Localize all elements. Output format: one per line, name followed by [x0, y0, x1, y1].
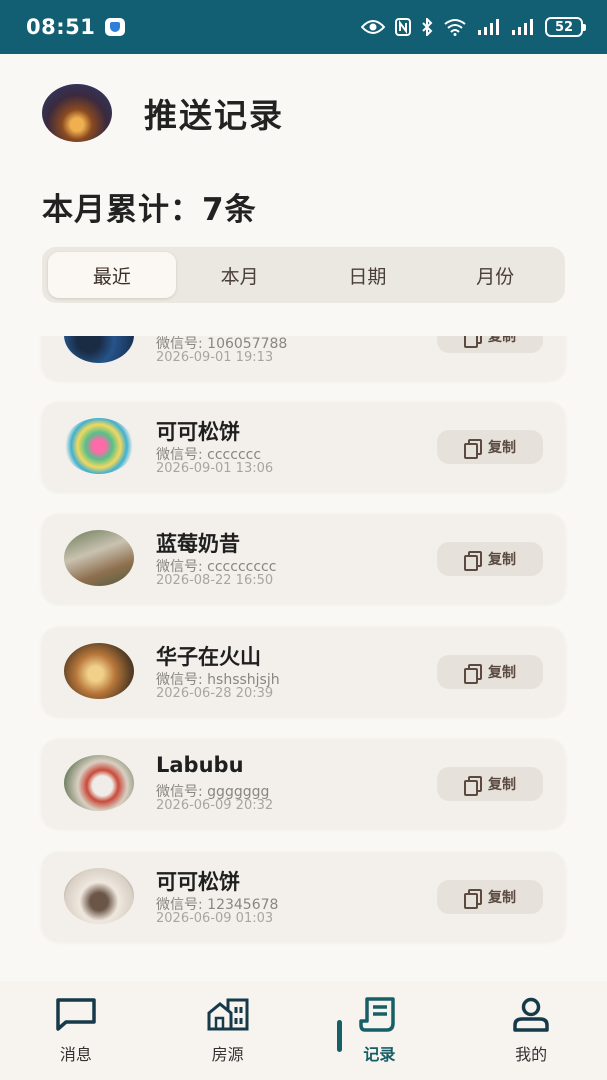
copy-label: 复制: [488, 336, 516, 345]
monthly-total: 本月累计：7条: [42, 192, 257, 228]
record-list[interactable]: 微信号: 106057788 2026-09-01 19:13 复制 可可松饼 …: [0, 336, 607, 981]
nav-label: 我的: [515, 1045, 548, 1064]
copy-icon: [464, 889, 482, 909]
list-item: Labubu 微信号: ggggggg 2026-06-09 20:32 复制: [42, 739, 565, 828]
tab-recent[interactable]: 最近: [48, 252, 176, 298]
copy-icon: [464, 551, 482, 571]
user-icon: [509, 997, 553, 1033]
copy-button[interactable]: 复制: [437, 655, 543, 689]
copy-icon: [464, 336, 482, 348]
bluetooth-icon: [421, 18, 433, 36]
contact-name: 可可松饼: [156, 870, 240, 894]
list-item: 华子在火山 微信号: hshsshjsjh 2026-06-28 20:39 复…: [42, 627, 565, 716]
avatar: [64, 643, 134, 699]
contact-name: Labubu: [156, 753, 244, 777]
record-icon: [357, 997, 401, 1033]
nav-item-messages[interactable]: 消息: [0, 981, 152, 1080]
bottom-nav: 消息 房源 记录 我的: [0, 981, 607, 1080]
copy-button[interactable]: 复制: [437, 880, 543, 914]
page-title: 推送记录: [144, 96, 284, 135]
shield-icon: [105, 18, 126, 36]
nav-label: 房源: [211, 1045, 244, 1064]
message-icon: [54, 997, 98, 1033]
record-time: 2026-06-28 20:39: [156, 686, 274, 701]
buildings-icon: [206, 997, 250, 1033]
tab-this-month[interactable]: 本月: [176, 252, 304, 298]
nav-label: 记录: [363, 1045, 396, 1064]
nfc-icon: [395, 18, 411, 36]
tab-month[interactable]: 月份: [431, 252, 559, 298]
avatar: [64, 418, 134, 474]
record-time: 2026-08-22 16:50: [156, 573, 274, 588]
record-time: 2026-09-01 19:13: [156, 350, 274, 365]
list-item: 微信号: 106057788 2026-09-01 19:13 复制: [42, 336, 565, 380]
avatar: [64, 530, 134, 586]
signal-icon: [477, 19, 501, 35]
copy-label: 复制: [488, 890, 516, 906]
copy-button[interactable]: 复制: [437, 767, 543, 801]
battery-indicator: 52: [545, 17, 586, 37]
wifi-icon: [443, 18, 467, 36]
signal-icon: [511, 19, 535, 35]
contact-name: 华子在火山: [156, 645, 261, 669]
tab-date[interactable]: 日期: [304, 252, 432, 298]
contact-name: 可可松饼: [156, 420, 240, 444]
nav-item-listings[interactable]: 房源: [152, 981, 304, 1080]
copy-label: 复制: [488, 777, 516, 793]
copy-label: 复制: [488, 665, 516, 681]
copy-icon: [464, 664, 482, 684]
status-bar: 08:51 52: [0, 0, 607, 54]
copy-label: 复制: [488, 552, 516, 568]
nav-item-profile[interactable]: 我的: [455, 981, 607, 1080]
list-item: 蓝莓奶昔 微信号: ccccccccc 2026-08-22 16:50 复制: [42, 514, 565, 603]
active-nav-indicator: [337, 1020, 342, 1052]
nav-label: 消息: [59, 1045, 92, 1064]
avatar: [64, 755, 134, 811]
copy-label: 复制: [488, 440, 516, 456]
avatar: [64, 868, 134, 924]
record-time: 2026-09-01 13:06: [156, 461, 274, 476]
nav-item-records[interactable]: 记录: [304, 981, 456, 1080]
copy-button[interactable]: 复制: [437, 336, 543, 353]
avatar[interactable]: [42, 84, 112, 142]
list-item: 可可松饼 微信号: 12345678 2026-06-09 01:03 复制: [42, 852, 565, 941]
filter-tabs: 最近 本月 日期 月份: [42, 247, 565, 303]
copy-button[interactable]: 复制: [437, 430, 543, 464]
contact-name: 蓝莓奶昔: [156, 532, 240, 556]
status-time: 08:51: [26, 15, 96, 39]
eye-icon: [361, 19, 385, 35]
avatar: [64, 336, 134, 363]
record-time: 2026-06-09 01:03: [156, 911, 274, 926]
copy-icon: [464, 776, 482, 796]
copy-icon: [464, 439, 482, 459]
page-header: 推送记录: [42, 84, 284, 142]
copy-button[interactable]: 复制: [437, 542, 543, 576]
list-item: 可可松饼 微信号: ccccccc 2026-09-01 13:06 复制: [42, 402, 565, 491]
record-time: 2026-06-09 20:32: [156, 798, 274, 813]
